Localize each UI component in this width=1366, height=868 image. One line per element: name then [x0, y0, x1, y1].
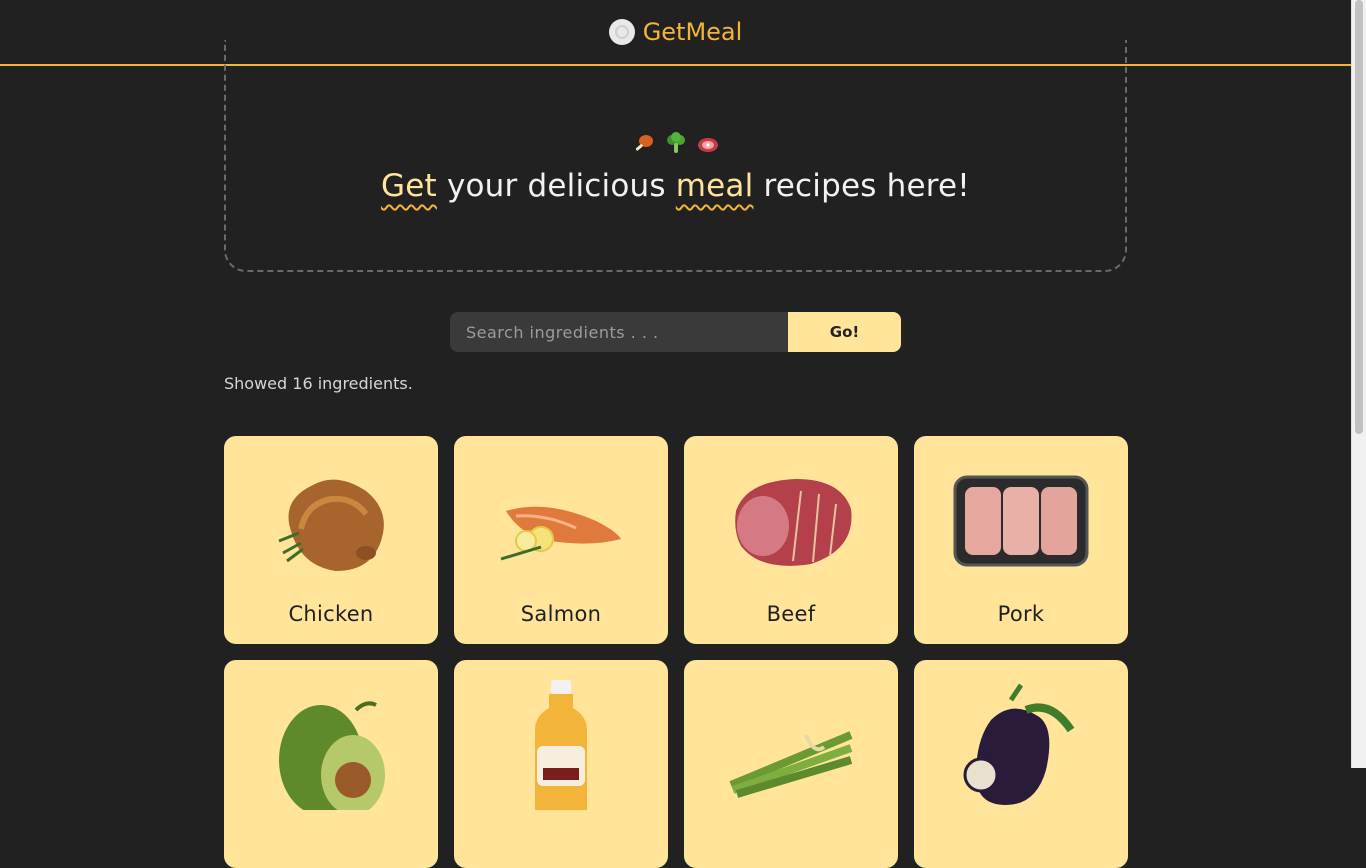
- search-input[interactable]: [450, 312, 788, 352]
- ingredient-image: [684, 680, 898, 810]
- hero-title: Get your delicious meal recipes here!: [226, 168, 1125, 204]
- ingredient-card[interactable]: [454, 660, 668, 868]
- ingredient-name: Salmon: [520, 602, 602, 626]
- eggplant-icon: [963, 683, 1075, 805]
- results-count: Showed 16 ingredients.: [224, 374, 413, 393]
- page-scrollbar[interactable]: [1351, 0, 1366, 768]
- steak-icon: [697, 138, 718, 152]
- hero-title-text-1: your delicious: [436, 168, 676, 204]
- hero-icons: [226, 132, 1125, 156]
- ingredient-image: [224, 456, 438, 586]
- ingredient-card[interactable]: Chicken: [224, 436, 438, 644]
- broccoli-icon: [666, 132, 685, 153]
- ingredient-image: [684, 456, 898, 586]
- hero-title-highlight-get: Get: [381, 168, 437, 204]
- hero-title-highlight-meal: meal: [675, 168, 754, 204]
- go-button[interactable]: Go!: [788, 312, 901, 352]
- search-bar: Go!: [450, 312, 901, 352]
- beef-roast-icon: [735, 479, 852, 566]
- scrollbar-thumb[interactable]: [1355, 0, 1363, 434]
- ingredient-card[interactable]: Beef: [684, 436, 898, 644]
- salmon-fillet-icon: [500, 506, 621, 561]
- ingredient-name: Beef: [766, 602, 816, 626]
- ingredient-card[interactable]: [224, 660, 438, 868]
- ingredient-card[interactable]: [914, 660, 1128, 868]
- ingredient-grid: Chicken Salmon Beef Pork: [224, 436, 1128, 868]
- poultry-leg-icon: [635, 135, 653, 151]
- roast-chicken-icon: [278, 479, 384, 571]
- asparagus-icon: [729, 731, 853, 798]
- pork-chops-icon: [953, 475, 1089, 567]
- ingredient-image: [914, 456, 1128, 586]
- hero-banner: Get your delicious meal recipes here!: [224, 40, 1127, 272]
- hero-title-text-2: recipes here!: [753, 168, 970, 204]
- ingredient-image: [914, 680, 1128, 810]
- ingredient-name: Chicken: [288, 602, 374, 626]
- ingredient-name: Pork: [997, 602, 1045, 626]
- ingredient-card[interactable]: [684, 660, 898, 868]
- ingredient-image: [454, 680, 668, 810]
- ingredient-image: [224, 680, 438, 810]
- vinegar-bottle-icon: [535, 680, 587, 810]
- avocado-icon: [279, 701, 385, 810]
- ingredient-image: [454, 456, 668, 586]
- ingredient-card[interactable]: Salmon: [454, 436, 668, 644]
- ingredient-card[interactable]: Pork: [914, 436, 1128, 644]
